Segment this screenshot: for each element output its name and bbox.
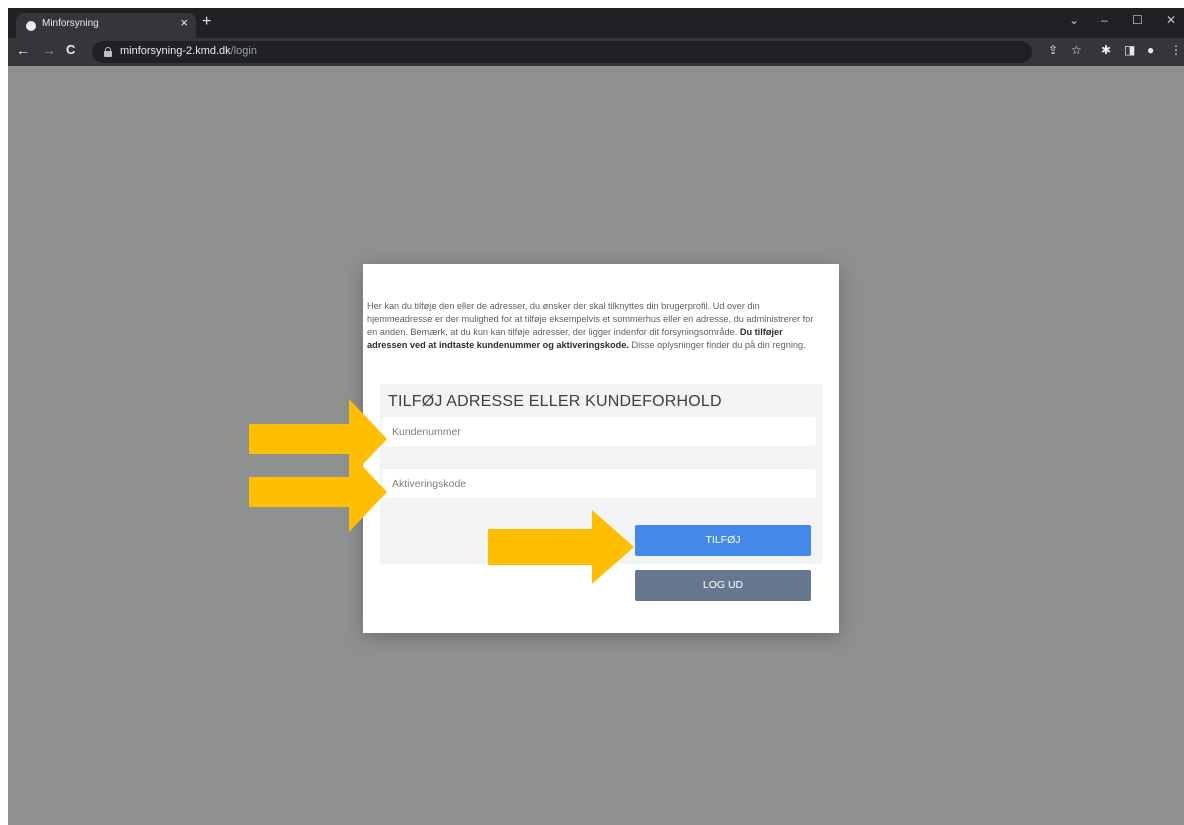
reload-button[interactable]: C [66,43,75,56]
close-tab-icon[interactable]: × [180,16,188,29]
share-icon[interactable]: ⇪ [1048,44,1058,56]
arrow-annotation-icon [488,510,634,584]
back-button[interactable]: ← [16,43,30,57]
new-tab-button[interactable]: + [202,14,211,30]
page-viewport: Her kan du tilføje den eller de adresser… [8,66,1184,825]
lock-icon[interactable] [104,47,112,57]
intro-text: Her kan du tilføje den eller de adresser… [367,300,825,352]
puzzle-icon[interactable]: ✱ [1101,44,1111,56]
kebab-menu-icon[interactable]: ⋮ [1170,44,1182,56]
url-text[interactable]: minforsyning-2.kmd.dk/login [120,45,257,57]
tab-title: Minforsyning [42,18,99,29]
address-bar[interactable]: minforsyning-2.kmd.dk/login [92,41,1032,63]
tab-search-icon[interactable]: ⌄ [1069,14,1079,26]
intro-text-part-2: Disse oplysninger finder du på din regni… [628,340,806,350]
customer-number-input[interactable] [382,417,816,446]
logout-button[interactable]: LOG UD [635,570,811,601]
url-path: /login [230,45,257,57]
url-host: minforsyning-2.kmd.dk [120,45,231,57]
profile-icon[interactable]: ● [1147,44,1154,56]
close-window-button[interactable]: ✕ [1166,14,1176,26]
side-panel-icon[interactable]: ◨ [1124,44,1135,56]
globe-favicon-icon [26,21,36,31]
activation-code-input[interactable] [382,469,816,498]
form-title: TILFØJ ADRESSE ELLER KUNDEFORHOLD [388,393,722,410]
minimize-button[interactable]: – [1101,14,1108,26]
star-icon[interactable]: ☆ [1071,44,1082,56]
maximize-button[interactable]: ☐ [1132,14,1143,26]
tab-strip: Minforsyning × + ⌄ – ☐ ✕ [8,8,1184,38]
browser-toolbar: ← → C minforsyning-2.kmd.dk/login ⇪ ☆ ✱ … [8,38,1184,66]
browser-window: Minforsyning × + ⌄ – ☐ ✕ ← → C minforsyn… [8,8,1184,825]
forward-button[interactable]: → [42,43,56,57]
add-button[interactable]: TILFØJ [635,525,811,556]
browser-tab[interactable]: Minforsyning × [16,13,196,38]
arrow-annotation-icon [249,452,387,532]
